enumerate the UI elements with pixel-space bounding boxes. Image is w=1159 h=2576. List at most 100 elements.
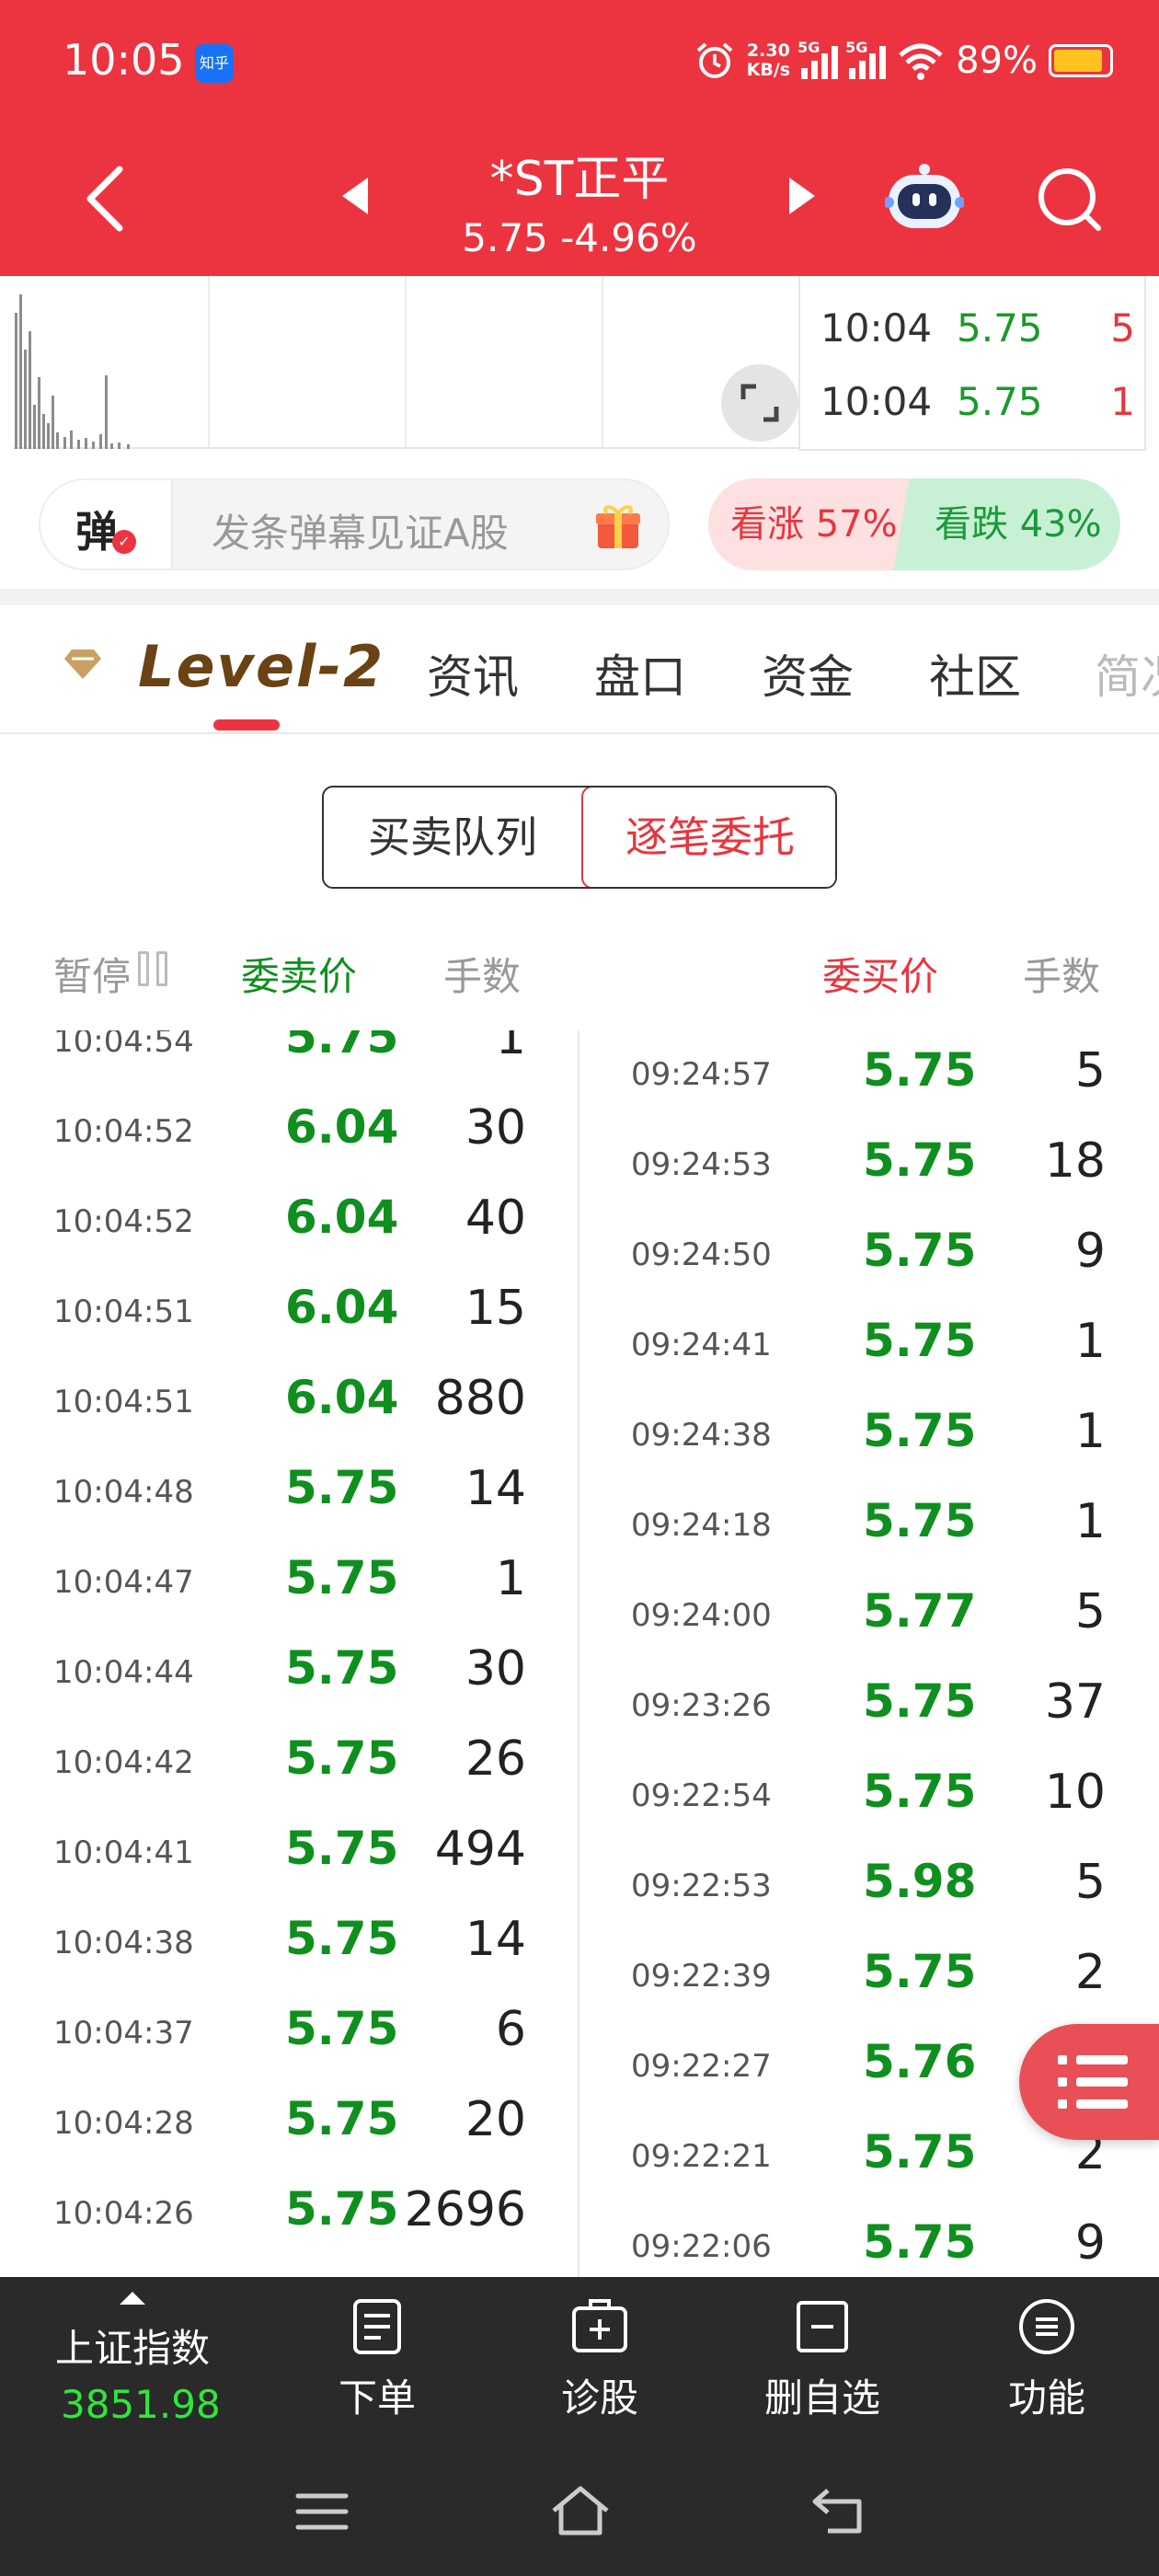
barrage-row: 弹 ✓ 发条弹幕见证A股 看涨 57% 看跌 43% <box>0 460 1159 589</box>
diagnose-icon <box>572 2299 627 2352</box>
zhihu-notification-icon: 知乎 <box>195 44 234 83</box>
order-time: 09:24:18 <box>631 1507 772 1544</box>
net-speed-unit: KB/s <box>746 60 791 80</box>
tick-time: 10:04 <box>820 305 933 351</box>
order-volume: 5 <box>1074 1584 1106 1639</box>
queue-view-button[interactable]: 买卖队列 <box>324 788 581 887</box>
tick-row: 10:04 5.75 5 <box>809 294 1135 364</box>
index-value[interactable]: 3851.98 <box>61 2382 221 2427</box>
search-icon[interactable] <box>1034 164 1104 234</box>
bullish-vote-button[interactable]: 看涨 57% <box>708 478 914 570</box>
order-row: 09:22:53 5.98 5 <box>581 1842 1115 1932</box>
signal-label: 5G <box>798 39 820 56</box>
gift-icon[interactable] <box>592 500 644 552</box>
sell-order-list[interactable]: 10:04:54 5.75 1 10:04:52 6.04 30 10:04:52 6.04 4… <box>0 1030 580 2277</box>
menu-nav-icon[interactable] <box>294 2489 350 2535</box>
order-volume: 40 <box>465 1190 526 1246</box>
order-volume: 30 <box>465 1641 526 1696</box>
diagnose-stock-button[interactable]: 诊股 <box>526 2297 673 2444</box>
buy-price-header: 委买价 <box>822 954 939 999</box>
order-time: 09:24:38 <box>631 1417 772 1454</box>
back-icon[interactable] <box>75 162 140 236</box>
index-name[interactable]: 上证指数 <box>55 2317 210 2374</box>
order-volume: 5 <box>1074 1855 1106 1910</box>
tab-level2[interactable]: Level-2 <box>138 633 384 700</box>
tick-row: 10:04 5.75 5 <box>809 276 1135 289</box>
order-volume: 14 <box>465 1461 526 1516</box>
order-time: 10:04:42 <box>53 1744 194 1781</box>
system-nav-bar <box>0 2452 1159 2576</box>
clock: 10:05 <box>63 35 185 85</box>
order-row: 09:22:06 5.75 9 <box>581 2202 1115 2277</box>
floating-menu-button[interactable] <box>1019 2024 1159 2140</box>
tool-label: 删自选 <box>763 2375 880 2421</box>
order-volume: 5 <box>1074 1043 1106 1098</box>
robot-assistant-icon[interactable] <box>885 162 964 236</box>
order-price: 6.04 <box>285 1371 399 1424</box>
order-price: 5.98 <box>863 1855 977 1908</box>
volume-bars <box>15 294 130 449</box>
signal-icon: 5G <box>845 39 887 79</box>
barrage-input[interactable]: 弹 ✓ 发条弹幕见证A股 <box>39 478 670 570</box>
remove-watchlist-button[interactable]: 删自选 <box>749 2297 896 2444</box>
stock-name: *ST正平 <box>489 152 670 207</box>
order-time: 09:22:27 <box>631 2048 772 2085</box>
expand-chart-button[interactable] <box>721 364 798 442</box>
order-row: 09:23:26 5.75 37 <box>581 1662 1115 1752</box>
home-nav-icon[interactable] <box>548 2483 613 2538</box>
order-volume: 10 <box>1044 1765 1106 1820</box>
order-volume: 15 <box>465 1281 526 1336</box>
next-stock-button[interactable] <box>789 178 815 214</box>
tick-order-view-button[interactable]: 逐笔委托 <box>581 788 835 887</box>
tool-label: 功能 <box>1007 2375 1085 2421</box>
order-price: 5.76 <box>863 2035 977 2088</box>
prev-stock-button[interactable] <box>342 178 368 214</box>
status-icons: 2.30 KB/s 5G 5G 89% <box>694 35 1113 86</box>
wifi-icon <box>899 43 943 80</box>
order-row: 10:04:54 5.75 1 <box>0 1030 578 1087</box>
place-order-button[interactable]: 下单 <box>304 2297 451 2444</box>
barrage-toggle-button[interactable]: 弹 ✓ <box>40 480 173 569</box>
tab-orderbook[interactable]: 盘口 <box>594 640 686 707</box>
tick-time: 10:04 <box>820 379 933 424</box>
order-row: 09:24:50 5.75 9 <box>581 1211 1115 1301</box>
tab-profile[interactable]: 简况 <box>1095 640 1159 707</box>
expand-icon <box>740 384 779 422</box>
order-volume: 1 <box>1074 1314 1106 1369</box>
tick-row: 10:04 5.75 1 <box>809 368 1135 438</box>
back-nav-icon[interactable] <box>809 2485 866 2536</box>
pause-icon[interactable] <box>138 951 173 988</box>
expand-up-icon[interactable] <box>120 2292 145 2305</box>
status-bar: 10:05 知乎 2.30 KB/s 5G 5G 89% <box>0 0 1159 129</box>
order-row: 10:04:51 6.04 15 <box>0 1268 578 1358</box>
tab-funds[interactable]: 资金 <box>762 640 854 707</box>
functions-button[interactable]: 功能 <box>973 2297 1120 2444</box>
tab-news[interactable]: 资讯 <box>427 640 519 707</box>
tool-label: 下单 <box>338 2375 416 2421</box>
order-time: 10:04:26 <box>53 2195 194 2232</box>
pause-label[interactable]: 暂停 <box>53 946 131 1002</box>
tick-price: 5.75 <box>957 305 1043 351</box>
order-price: 5.75 <box>863 1133 977 1187</box>
remove-icon <box>797 2301 848 2352</box>
sell-volume-header: 手数 <box>443 954 522 999</box>
tick-list[interactable]: 10:04 5.75 5 10:04 5.75 5 10:04 5.75 1 <box>798 276 1146 451</box>
order-time: 10:04:44 <box>53 1654 194 1691</box>
alarm-icon <box>696 42 732 78</box>
order-time: 10:04:37 <box>53 2015 194 2052</box>
order-price: 5.75 <box>285 2092 399 2145</box>
order-volume: 2696 <box>404 2182 526 2237</box>
order-volume: 1 <box>495 1551 526 1606</box>
barrage-placeholder: 发条弹幕见证A股 <box>212 511 509 556</box>
order-volume: 26 <box>465 1731 526 1787</box>
stock-quote: 5.75 -4.96% <box>462 215 697 260</box>
order-price: 5.75 <box>285 1461 399 1514</box>
tab-community[interactable]: 社区 <box>929 640 1021 707</box>
order-volume: 14 <box>465 1912 526 1967</box>
order-row: 09:24:00 5.77 5 <box>581 1571 1115 1662</box>
bearish-vote-button[interactable]: 看跌 43% <box>914 478 1120 570</box>
list-menu-icon <box>1058 2055 1128 2109</box>
order-row: 10:04:42 5.75 26 <box>0 1719 578 1809</box>
network-speed: 2.30 KB/s <box>747 41 790 80</box>
order-time: 09:22:53 <box>631 1868 772 1904</box>
